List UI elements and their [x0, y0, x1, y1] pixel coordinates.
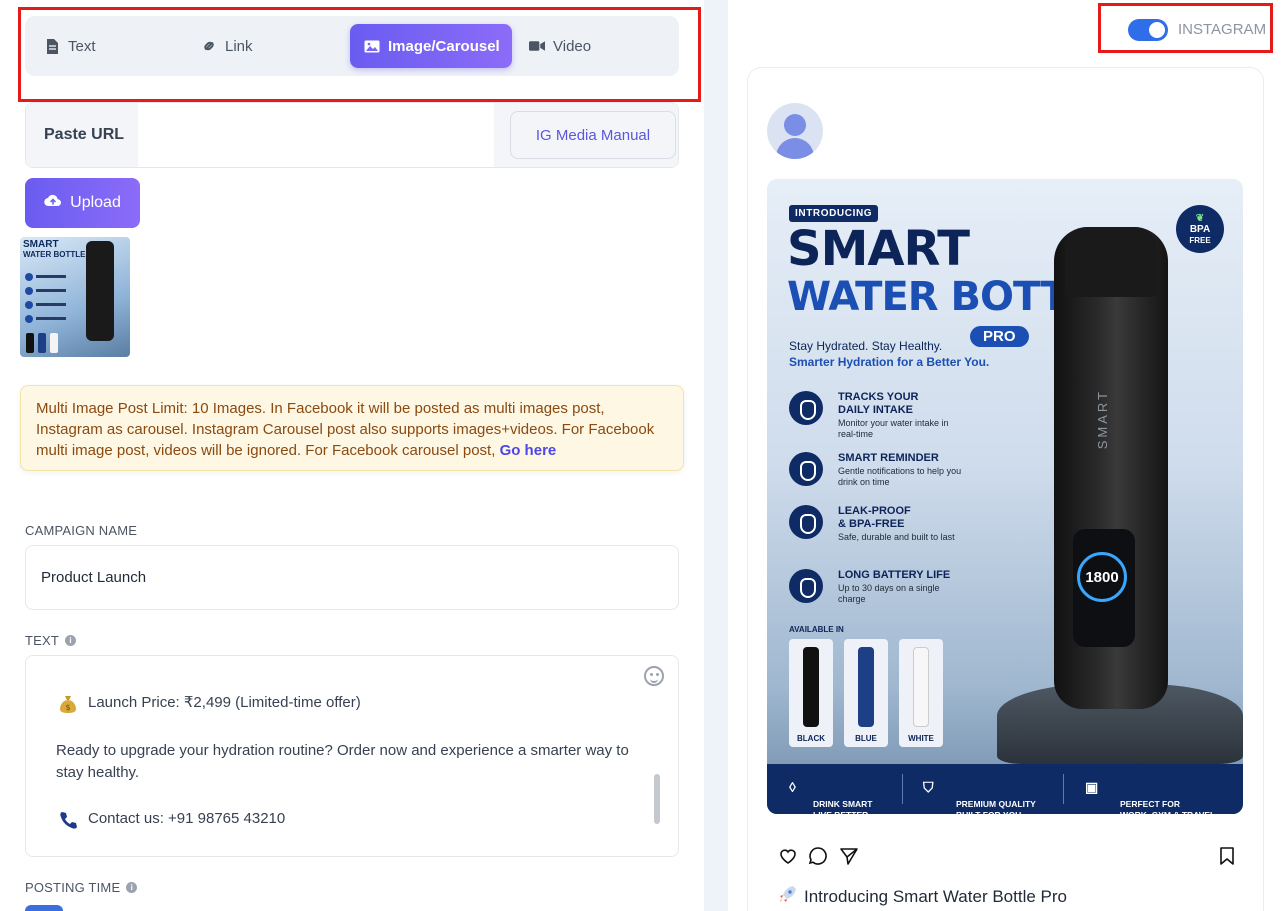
comment-icon[interactable] [807, 845, 829, 867]
bpa-free-badge: ❦ BPA FREE [1176, 205, 1224, 253]
media-url-row: Paste URL IG Media Manual [25, 102, 679, 168]
bottle-cap [1065, 227, 1157, 297]
phone-icon [56, 808, 80, 832]
campaign-name-label: CAMPAIGN NAME [25, 523, 138, 538]
shield-icon [789, 505, 823, 539]
campaign-name-field [25, 545, 679, 610]
bell-icon [789, 452, 823, 486]
shield-check-icon: ⛉ [923, 779, 934, 795]
text-label: TEXT i [25, 633, 77, 648]
image-tagline2: Smarter Hydration for a Better You. [789, 355, 990, 369]
emoji-icon[interactable] [644, 666, 664, 686]
tab-label: Image/Carousel [388, 37, 500, 55]
battery-icon [789, 569, 823, 603]
post-caption: Introducing Smart Water Bottle Pro [778, 884, 1067, 909]
document-icon [44, 38, 60, 54]
tab-link[interactable]: Link [187, 24, 267, 68]
color-variant: BLUE [844, 639, 888, 747]
instagram-preview-toggle[interactable] [1128, 19, 1168, 41]
toggle-knob [1149, 22, 1165, 38]
multi-image-notice: Multi Image Post Limit: 10 Images. In Fa… [20, 385, 684, 471]
post-actions [777, 845, 1237, 867]
image-footer: ◊ DRINK SMART LIVE BETTER ⛉ PREMIUM QUAL… [767, 764, 1243, 814]
tab-text[interactable]: Text [30, 24, 110, 68]
notice-text: Multi Image Post Limit: 10 Images. In Fa… [36, 400, 655, 459]
avatar [767, 103, 823, 159]
bottle-brand-text: SMART [1095, 389, 1110, 450]
thumb-bottle [86, 241, 114, 341]
media-url-input[interactable] [138, 103, 518, 167]
intake-readout: 1800 [1077, 552, 1127, 602]
available-in-label: AVAILABLE IN [789, 625, 844, 634]
cta-line: Ready to upgrade your hydration routine?… [56, 742, 629, 781]
color-variant: WHITE [899, 639, 943, 747]
tab-image-carousel[interactable]: Image/Carousel [350, 24, 512, 68]
money-bag-icon: $ [56, 692, 80, 716]
ig-media-manual-button[interactable]: IG Media Manual [510, 111, 676, 159]
calendar-check-icon: ▣ [1085, 779, 1099, 795]
instagram-label: INSTAGRAM [1178, 21, 1267, 38]
composer-panel: Text Link Image/Carousel Video Paste URL… [0, 0, 704, 911]
color-variant: BLACK [789, 639, 833, 747]
footer-item: ▣ PERFECT FOR WORK, GYM & TRAVEL [1085, 779, 1215, 814]
upload-button[interactable]: Upload [25, 178, 140, 228]
post-text-editor[interactable]: $ Launch Price: ₹2,499 (Limited-time off… [25, 655, 679, 857]
drop-icon [789, 391, 823, 425]
info-icon[interactable]: i [65, 635, 77, 646]
tab-label: Link [225, 37, 253, 55]
posting-time-toggle[interactable] [25, 905, 63, 911]
editor-scrollbar[interactable] [654, 774, 660, 824]
footer-item: ⛉ PREMIUM QUALITY BUILT FOR YOU [923, 779, 1036, 814]
video-icon [529, 38, 545, 54]
rocket-icon [778, 884, 798, 909]
footer-item: ◊ DRINK SMART LIVE BETTER [789, 779, 873, 814]
paste-url-label: Paste URL [26, 103, 138, 167]
thumb-title: SMART WATER BOTTLE [23, 239, 86, 260]
post-text-content[interactable]: $ Launch Price: ₹2,499 (Limited-time off… [56, 692, 656, 832]
link-icon [201, 38, 217, 54]
tab-label: Video [553, 37, 592, 55]
uploaded-image-thumbnail[interactable]: SMART WATER BOTTLE [20, 237, 130, 357]
contact-line: Contact us: +91 98765 43210 [56, 808, 656, 832]
image-badge: INTRODUCING [789, 205, 879, 222]
leaf-icon: ❦ [1195, 212, 1205, 224]
image-icon [364, 38, 380, 54]
tab-label: Text [68, 37, 96, 55]
image-pro-badge: PRO [970, 326, 1029, 347]
share-icon[interactable] [838, 845, 860, 867]
drop-icon: ◊ [789, 779, 796, 795]
upload-label: Upload [70, 194, 121, 211]
svg-text:$: $ [65, 703, 70, 712]
heart-icon[interactable] [777, 845, 799, 867]
cloud-upload-icon [44, 194, 62, 212]
panel-divider [704, 0, 728, 911]
post-type-tabs: Text Link Image/Carousel Video [25, 16, 679, 76]
post-image: INTRODUCING SMART WATER BOTTLE PRO Stay … [767, 179, 1243, 814]
image-tagline1: Stay Hydrated. Stay Healthy. [789, 339, 943, 353]
image-title-line1: SMART [787, 221, 970, 277]
go-here-link[interactable]: Go here [500, 442, 557, 459]
bookmark-icon[interactable] [1216, 845, 1238, 867]
info-icon[interactable]: i [126, 882, 138, 893]
posting-time-label: POSTING TIME i [25, 880, 138, 895]
campaign-name-input[interactable] [26, 546, 678, 609]
price-line: $ Launch Price: ₹2,499 (Limited-time off… [56, 692, 656, 716]
tab-video[interactable]: Video [515, 24, 605, 68]
